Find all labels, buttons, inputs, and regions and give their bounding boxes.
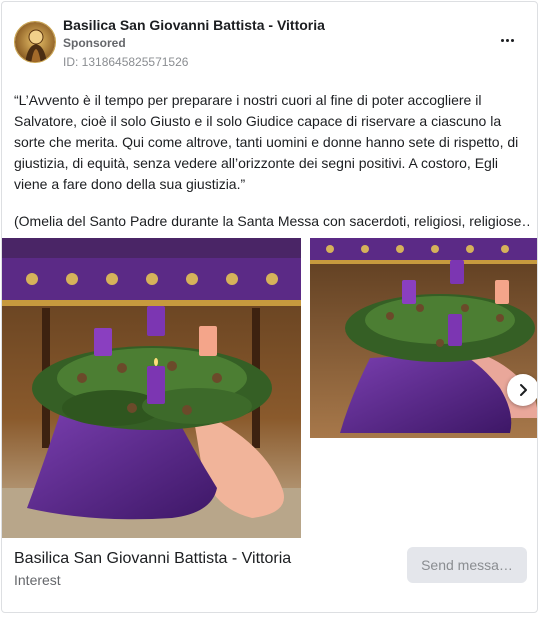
sponsored-post-card: Basilica San Giovanni Battista - Vittori…	[1, 1, 538, 613]
footer-page-title[interactable]: Basilica San Giovanni Battista - Vittori…	[14, 550, 291, 568]
ad-id-text: ID: 1318645825571526	[63, 55, 189, 69]
carousel-image-2[interactable]	[310, 238, 537, 438]
page-avatar[interactable]	[14, 21, 56, 63]
more-dot-icon	[510, 38, 514, 42]
carousel-image-1[interactable]	[2, 238, 301, 538]
send-message-button[interactable]: Send messa…	[407, 547, 527, 583]
page-name-link[interactable]: Basilica San Giovanni Battista - Vittori…	[63, 17, 325, 33]
chevron-right-icon	[520, 384, 527, 396]
sponsored-label: Sponsored	[63, 36, 126, 50]
carousel-next-button[interactable]	[507, 374, 537, 406]
more-dot-icon	[505, 38, 509, 42]
more-options-button[interactable]	[495, 30, 519, 50]
post-text-citation[interactable]: (Omelia del Santo Padre durante la Santa…	[14, 211, 529, 232]
footer-subtitle: Interest	[14, 572, 61, 588]
more-dot-icon	[500, 38, 504, 42]
post-text-quote: “L’Avvento è il tempo per preparare i no…	[14, 92, 519, 192]
image-carousel[interactable]	[2, 238, 537, 538]
